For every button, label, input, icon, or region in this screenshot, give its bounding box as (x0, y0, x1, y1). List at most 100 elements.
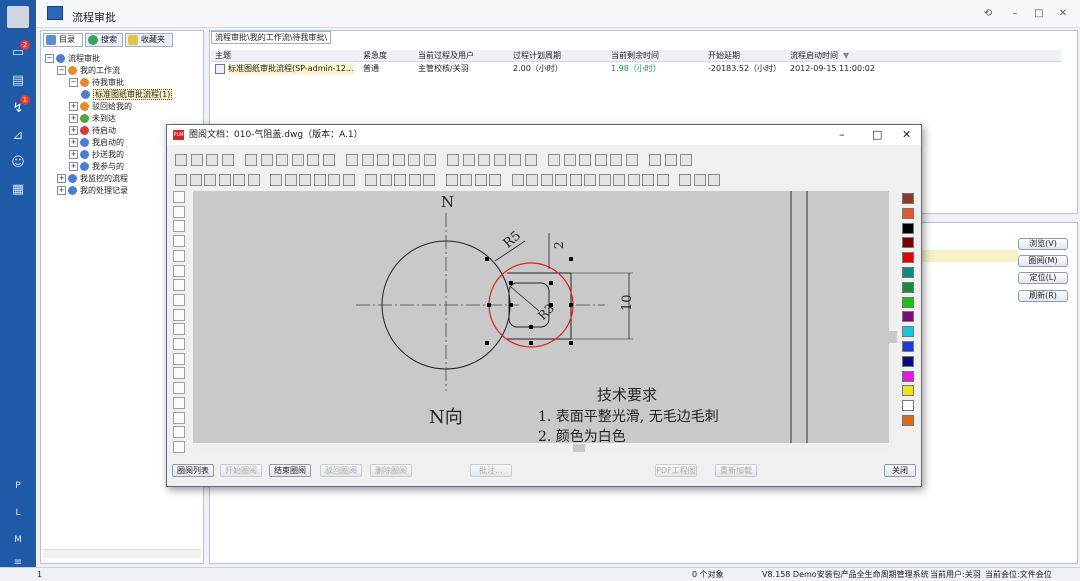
draw-tool-icon[interactable] (460, 174, 472, 186)
view-tool-icon[interactable] (377, 154, 389, 166)
draw-tool-icon[interactable] (474, 174, 487, 186)
shape-tool-icon[interactable] (173, 279, 185, 292)
draw-tool-icon[interactable] (328, 174, 340, 186)
users-icon[interactable]: ☺ (9, 154, 27, 172)
draw-tool-icon[interactable] (342, 174, 355, 186)
tree-item[interactable]: + 我监控的流程 (57, 173, 128, 185)
expand-toggle-icon[interactable]: + (69, 114, 78, 123)
view-tool-icon[interactable] (610, 154, 622, 166)
draw-tool-icon[interactable] (708, 174, 720, 186)
color-swatch[interactable] (902, 237, 914, 249)
draw-tool-icon[interactable] (233, 174, 245, 186)
draw-tool-icon[interactable] (693, 174, 706, 186)
color-swatch[interactable] (902, 400, 914, 412)
nav-letter-l[interactable]: L (0, 508, 36, 518)
draw-tool-icon[interactable] (299, 174, 311, 186)
shape-tool-icon[interactable] (173, 411, 185, 424)
view-tool-icon[interactable] (563, 154, 576, 166)
restore-icon[interactable]: ⟲ (981, 7, 995, 21)
avatar[interactable] (7, 6, 29, 28)
column-header[interactable]: 当前剩余时间 (611, 50, 659, 62)
tree-item[interactable]: + 未到达 (69, 113, 116, 125)
tree-item[interactable]: 标准图纸审批流程(1) (81, 89, 173, 101)
draw-tool-icon[interactable] (613, 174, 625, 186)
view-tool-icon[interactable] (260, 154, 273, 166)
horizontal-scrollbar[interactable] (43, 549, 201, 558)
expand-toggle-icon[interactable]: + (57, 186, 66, 195)
draw-tool-icon[interactable] (511, 174, 524, 186)
column-header[interactable]: 紧急度 (363, 50, 387, 62)
view-tool-icon[interactable] (346, 154, 358, 166)
column-header[interactable]: 流程启动时间 (790, 50, 838, 62)
tab-catalog[interactable]: 目录 (43, 33, 83, 47)
tree-item[interactable]: + 我的处理记录 (57, 185, 128, 197)
column-header[interactable]: 开始延期 (708, 50, 740, 62)
view-tool-icon[interactable] (594, 154, 607, 166)
view-tool-icon[interactable] (190, 154, 203, 166)
browse-button[interactable]: 浏览(V) (1018, 238, 1068, 250)
refresh-button[interactable]: 刷新(R) (1018, 290, 1068, 302)
color-swatch[interactable] (902, 252, 914, 264)
color-swatch[interactable] (902, 296, 914, 308)
view-tool-icon[interactable] (664, 154, 677, 166)
draw-tool-icon[interactable] (218, 174, 231, 186)
start-markup-button[interactable]: 开始圈阅 (220, 464, 262, 477)
color-swatch[interactable] (902, 370, 914, 382)
draw-tool-icon[interactable] (379, 174, 392, 186)
expand-toggle-icon[interactable]: − (45, 54, 54, 63)
color-swatch[interactable] (902, 355, 914, 367)
markup-button[interactable]: 圈阅(M) (1018, 255, 1068, 267)
shape-tool-icon[interactable] (173, 191, 185, 203)
view-tool-icon[interactable] (462, 154, 475, 166)
color-swatch[interactable] (902, 341, 914, 352)
tab-favorites[interactable]: 收藏夹 (125, 33, 173, 47)
expand-toggle-icon[interactable]: + (57, 174, 66, 183)
maximize-icon[interactable]: □ (872, 125, 882, 145)
shape-tool-icon[interactable] (173, 440, 185, 453)
document-icon[interactable]: ▤ (9, 72, 27, 90)
view-tool-icon[interactable] (447, 154, 459, 166)
color-swatch[interactable] (902, 193, 914, 204)
draw-tool-icon[interactable] (540, 174, 553, 186)
shape-tool-icon[interactable] (173, 426, 185, 439)
color-swatch[interactable] (902, 267, 914, 278)
tree-item[interactable]: + 待启动 (69, 125, 116, 137)
nav-letter-p[interactable]: P (0, 481, 36, 491)
draw-tool-icon[interactable] (284, 174, 297, 186)
view-tool-icon[interactable] (478, 154, 490, 166)
draw-tool-icon[interactable] (656, 174, 669, 186)
draw-tool-icon[interactable] (394, 174, 406, 186)
close-icon[interactable]: ✕ (902, 125, 911, 145)
view-tool-icon[interactable] (245, 154, 257, 166)
vertical-scrollbar[interactable] (889, 191, 897, 443)
shape-tool-icon[interactable] (173, 352, 185, 365)
view-tool-icon[interactable] (276, 154, 288, 166)
shape-tool-icon[interactable] (173, 249, 185, 262)
shape-tool-icon[interactable] (173, 323, 185, 336)
color-swatch[interactable] (902, 207, 914, 219)
shape-tool-icon[interactable] (173, 367, 185, 380)
color-swatch[interactable] (902, 415, 914, 426)
expand-toggle-icon[interactable]: + (69, 162, 78, 171)
view-tool-icon[interactable] (493, 154, 506, 166)
draw-tool-icon[interactable] (408, 174, 421, 186)
shape-tool-icon[interactable] (173, 396, 185, 409)
expand-toggle-icon[interactable]: + (69, 102, 78, 111)
draw-tool-icon[interactable] (270, 174, 282, 186)
draw-tool-icon[interactable] (423, 174, 435, 186)
tree-item[interactable]: + 驳回给我的 (69, 101, 132, 113)
column-header[interactable]: 当前过程及用户 (418, 50, 474, 62)
draw-tool-icon[interactable] (189, 174, 202, 186)
close-button[interactable]: 关闭 (884, 464, 916, 477)
color-swatch[interactable] (902, 311, 914, 323)
markup-list-button[interactable]: 圈阅列表 (172, 464, 214, 477)
maximize-icon[interactable]: □ (1032, 7, 1046, 21)
grid-icon[interactable]: ▦ (9, 181, 27, 199)
close-icon[interactable]: ✕ (1056, 7, 1070, 21)
view-tool-icon[interactable] (322, 154, 335, 166)
view-tool-icon[interactable] (680, 154, 692, 166)
reload-button[interactable]: 重新加载 (715, 464, 757, 477)
view-tool-icon[interactable] (307, 154, 319, 166)
tab-search[interactable]: 搜索 (85, 33, 123, 47)
sort-down-icon[interactable]: ▼ (843, 50, 849, 62)
